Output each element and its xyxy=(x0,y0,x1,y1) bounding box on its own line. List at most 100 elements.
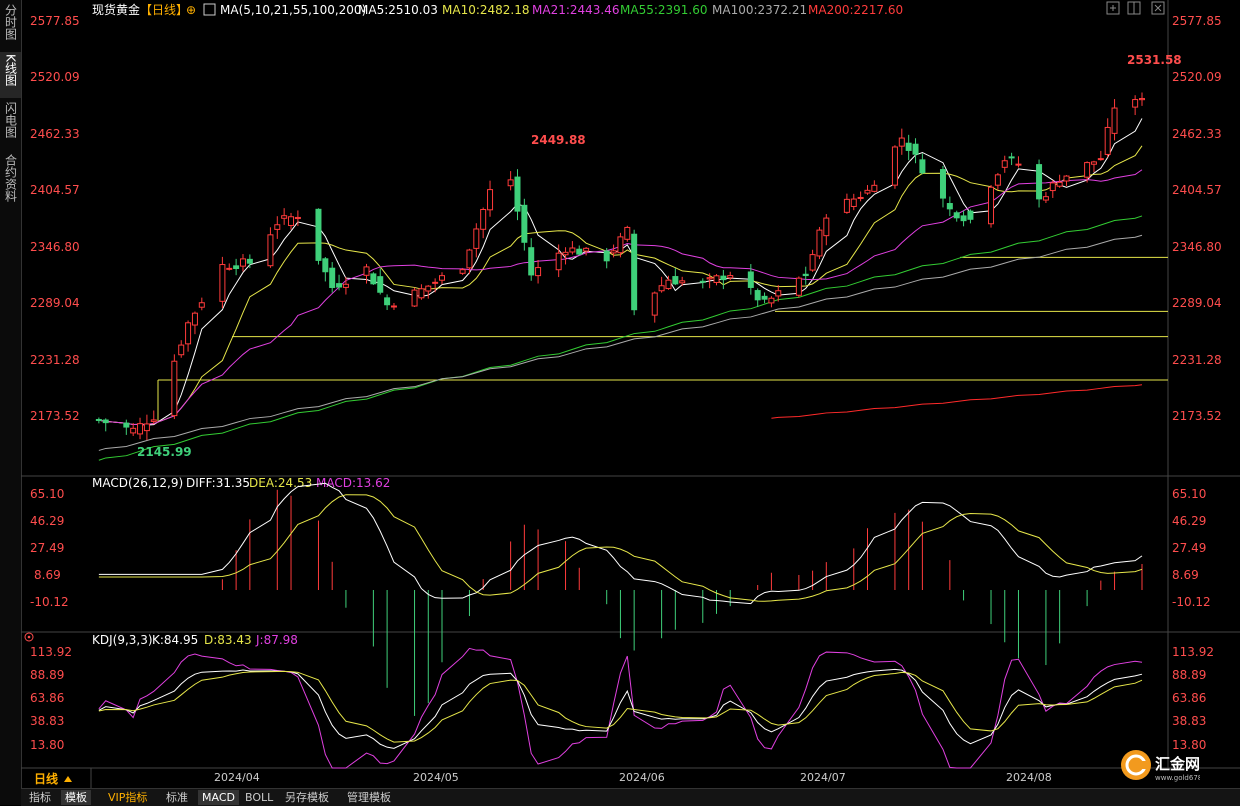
tab-macd[interactable]: MACD xyxy=(198,790,239,805)
candle-body xyxy=(843,198,850,213)
candle-body xyxy=(342,283,349,288)
tab-indicators[interactable]: 指标 xyxy=(25,790,55,805)
candle-body xyxy=(294,216,301,220)
ma21-value: MA21:2443.46 xyxy=(532,3,620,17)
candle-body xyxy=(233,265,240,270)
candle-body xyxy=(390,305,397,308)
layout-icon[interactable] xyxy=(1127,1,1141,15)
ma-line xyxy=(98,169,1143,426)
ma10-value: MA10:2482.18 xyxy=(442,3,530,17)
candle-body xyxy=(336,283,343,288)
tab-boll[interactable]: BOLL xyxy=(241,790,277,805)
kdj-tick: 113.92 xyxy=(1172,645,1214,659)
macd-tick-left: 65.10 xyxy=(30,487,64,501)
macd-tick: 27.49 xyxy=(1172,541,1206,555)
candle-body xyxy=(315,208,322,261)
tab-template[interactable]: 模板 xyxy=(61,790,91,805)
candle-body xyxy=(747,271,754,288)
tab-standard[interactable]: 标准 xyxy=(162,790,192,805)
price-tick-left: 2231.28 xyxy=(30,353,80,367)
candle-body xyxy=(576,248,583,255)
candle-body xyxy=(569,247,576,253)
month-label: 2024/06 xyxy=(619,771,665,784)
candle-body xyxy=(720,275,727,281)
candle-body xyxy=(706,277,713,280)
candle-body xyxy=(823,217,830,237)
candle-body xyxy=(1049,182,1056,192)
candle-body xyxy=(919,159,926,174)
ma200-value: MA200:2217.60 xyxy=(808,3,903,17)
candle-body xyxy=(809,254,816,271)
candle-body xyxy=(699,280,706,283)
candle-body xyxy=(651,292,658,316)
candle-body xyxy=(624,226,631,240)
moving-average-lines xyxy=(98,118,1143,461)
candle-body xyxy=(1063,175,1070,182)
period-selector[interactable]: 日线 xyxy=(34,771,58,786)
candle-body xyxy=(946,203,953,210)
low-annotation: 2145.99 xyxy=(137,445,192,459)
candle-body xyxy=(370,273,377,285)
month-label: 2024/04 xyxy=(214,771,260,784)
chart-type-icon[interactable] xyxy=(203,3,216,16)
price-tick: 2520.09 xyxy=(1172,70,1222,84)
candle-body xyxy=(850,198,857,207)
price-tick-left: 2289.04 xyxy=(30,296,80,310)
price-axis: 2577.85 2520.09 2462.33 2404.57 2346.80 … xyxy=(30,14,1222,423)
kdj-tick-left: 38.83 xyxy=(30,714,64,728)
candle-body xyxy=(754,290,761,301)
candlestick-series xyxy=(95,92,1145,441)
high-annotation-2: 2531.58 xyxy=(1127,53,1182,67)
candle-body xyxy=(939,169,946,199)
candle-body xyxy=(239,258,246,267)
candle-body xyxy=(631,233,638,311)
candle-body xyxy=(555,252,562,271)
kdj-d: D:83.43 xyxy=(204,633,252,647)
kdj-k: K:84.95 xyxy=(152,633,198,647)
kdj-close-icon[interactable] xyxy=(24,632,34,642)
candle-body xyxy=(514,176,521,212)
kdj-tick-left: 63.86 xyxy=(30,691,64,705)
candle-body xyxy=(329,267,336,288)
price-tick: 2173.52 xyxy=(1172,409,1222,423)
candle-body xyxy=(102,419,109,424)
candle-body xyxy=(617,236,624,254)
kdj-title: KDJ(9,3,3) xyxy=(92,633,153,647)
candle-body xyxy=(487,189,494,211)
tab-manage-templates[interactable]: 管理模板 xyxy=(343,790,395,805)
support-resistance-lines xyxy=(157,256,1168,422)
price-tick: 2346.80 xyxy=(1172,240,1222,254)
tab-save-template[interactable]: 另存模板 xyxy=(281,790,333,805)
candle-body xyxy=(178,344,185,356)
fullscreen-icon[interactable] xyxy=(1106,1,1120,15)
period-dropdown-icon[interactable] xyxy=(64,776,72,782)
candle-body xyxy=(425,285,432,292)
price-tick-left: 2404.57 xyxy=(30,183,80,197)
logo-url: www.gold678.com xyxy=(1155,774,1200,782)
close-icon[interactable] xyxy=(1151,1,1165,15)
chart-canvas[interactable]: 现货黄金 【日线】 ⊕ MA(5,10,21,55,100,200) MA5:2… xyxy=(0,0,1240,805)
kdj-tick: 63.86 xyxy=(1172,691,1206,705)
candle-body xyxy=(473,228,480,249)
candle-body xyxy=(267,234,274,267)
tab-vip-indicators[interactable]: VIP指标 xyxy=(104,790,151,805)
macd-title: MACD(26,12,9) xyxy=(92,476,183,490)
candle-body xyxy=(281,215,288,219)
high-annotation-1: 2449.88 xyxy=(531,133,586,147)
candle-body xyxy=(274,224,281,230)
candle-body xyxy=(143,423,150,432)
macd-tick-left: -10.12 xyxy=(30,595,69,609)
kdj-tick-left: 88.89 xyxy=(30,668,64,682)
logo-name: 汇金网 xyxy=(1155,755,1200,773)
symbol-name: 现货黄金 xyxy=(92,2,140,17)
candle-body xyxy=(480,209,487,230)
ma55-value: MA55:2391.60 xyxy=(620,3,708,17)
kdj-lines xyxy=(98,647,1143,769)
ma5-value: MA5:2510.03 xyxy=(358,3,438,17)
ma-line xyxy=(98,234,1143,451)
candle-body xyxy=(898,137,905,147)
ma-params: MA(5,10,21,55,100,200) xyxy=(220,3,366,17)
settings-icon[interactable]: ⊕ xyxy=(186,3,196,17)
candle-body xyxy=(960,215,967,222)
candle-body xyxy=(1056,181,1063,187)
